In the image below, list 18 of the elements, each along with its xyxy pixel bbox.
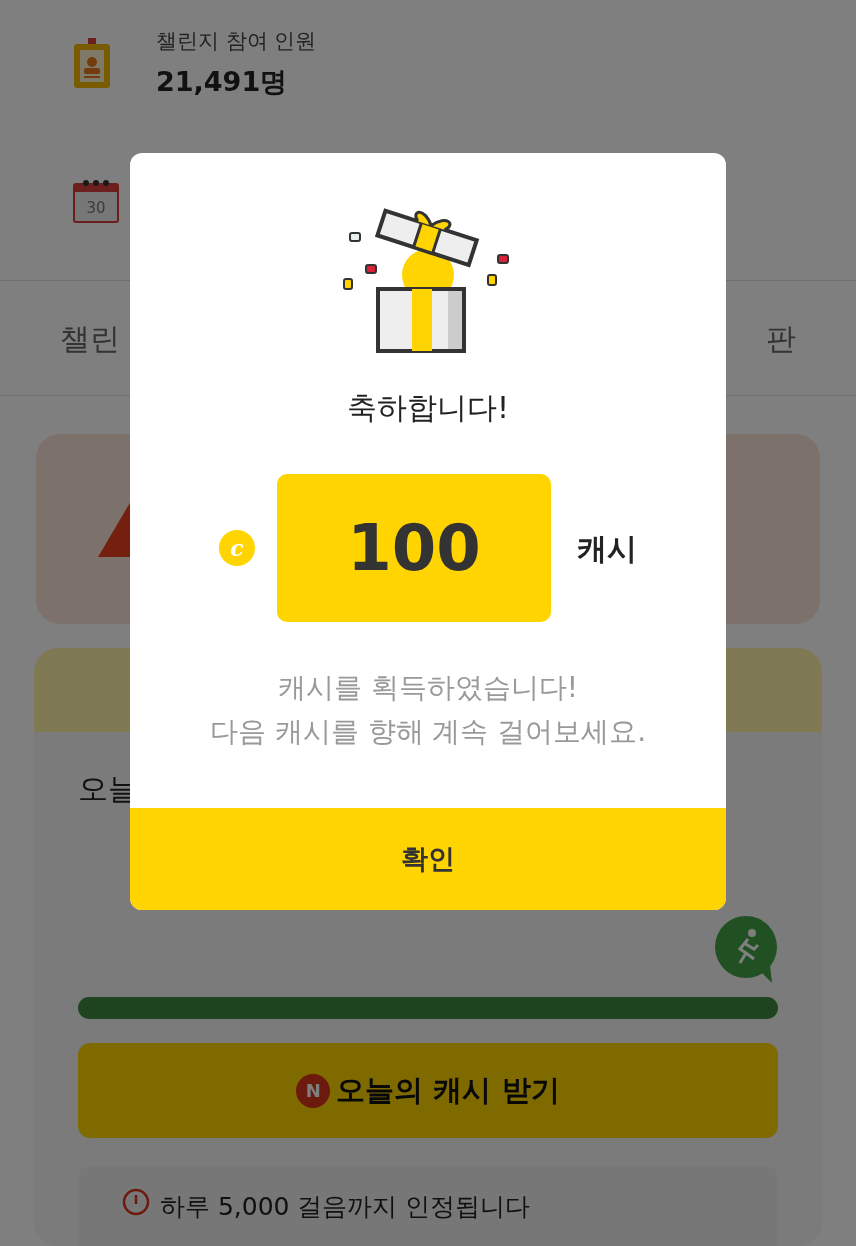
id-badge-icon (72, 38, 112, 90)
unit-label: 캐시 (577, 529, 637, 568)
calendar-day: 30 (86, 199, 106, 217)
notice-text: 하루 5,000 걸음까지 인정됩니다 (160, 1191, 531, 1223)
cash-button[interactable]: N 오늘의 캐시 받기 (78, 1043, 778, 1138)
dialog-title: 축하합니다! (347, 389, 509, 427)
new-badge: N (296, 1073, 331, 1108)
stat-value: 21,491명 (156, 64, 289, 99)
dialog-message: 캐시를 획득하였습니다! 다음 캐시를 향해 계속 걸어보세요. (209, 670, 647, 750)
stat-label: 챌린지 참여 인원 (156, 28, 317, 55)
tab[interactable]: 챌린 (60, 315, 120, 361)
coin-icon: c (219, 530, 255, 566)
calendar-icon (73, 180, 119, 223)
runner-bubble-icon (714, 915, 778, 983)
amount-box: 100 (277, 474, 551, 622)
tab[interactable]: 판 (766, 315, 796, 361)
info-icon (122, 1188, 150, 1216)
confirm-button[interactable]: 확인 (130, 808, 726, 910)
